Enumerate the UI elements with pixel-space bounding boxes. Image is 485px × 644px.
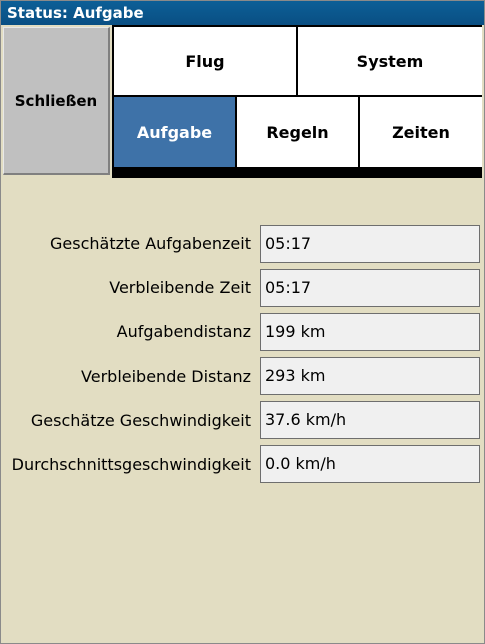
label-average-speed: Durchschnittsgeschwindigkeit [11,455,251,474]
status-dialog: Status: Aufgabe Schließen Flug System Au… [0,0,485,644]
close-button[interactable]: Schließen [3,27,110,175]
tab-bar: Flug System Aufgabe Regeln Zeiten [112,25,482,178]
tab-regeln[interactable]: Regeln [237,97,358,167]
label-estimated-speed: Geschätze Geschwindigkeit [30,411,251,430]
tab-zeiten[interactable]: Zeiten [360,97,482,167]
label-remaining-distance: Verbleibende Distanz [81,367,251,386]
value-estimated-task-time: 05:17 [260,225,480,263]
label-task-distance: Aufgabendistanz [116,322,251,341]
label-estimated-task-time: Geschätzte Aufgabenzeit [50,234,251,253]
value-remaining-distance: 293 km [260,357,480,395]
tab-system[interactable]: System [298,27,482,95]
value-estimated-speed: 37.6 km/h [260,401,480,439]
window-title: Status: Aufgabe [1,1,484,25]
value-remaining-time: 05:17 [260,269,480,307]
label-remaining-time: Verbleibende Zeit [109,278,251,297]
value-average-speed: 0.0 km/h [260,445,480,483]
tab-flug[interactable]: Flug [114,27,296,95]
value-task-distance: 199 km [260,313,480,351]
tab-aufgabe[interactable]: Aufgabe [114,97,235,167]
